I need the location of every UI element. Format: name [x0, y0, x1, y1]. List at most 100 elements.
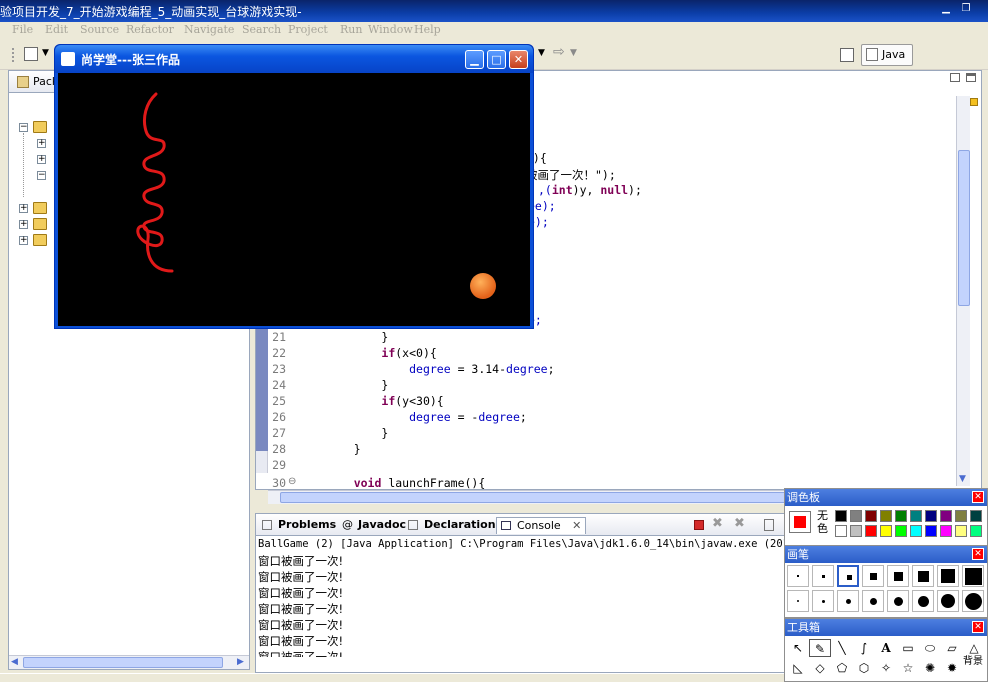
- burst-tool-icon[interactable]: ✺: [919, 659, 941, 677]
- remove-all-icon[interactable]: ✖: [734, 516, 745, 531]
- color-swatch[interactable]: [835, 525, 847, 537]
- brush-round-size[interactable]: [787, 590, 809, 612]
- brush-round-size[interactable]: [962, 590, 984, 612]
- menu-file[interactable]: File: [12, 23, 33, 36]
- fold-icon[interactable]: ⊖: [288, 476, 296, 487]
- clear-console-icon[interactable]: [764, 519, 774, 531]
- color-swatch[interactable]: [955, 510, 967, 522]
- color-swatch[interactable]: [955, 525, 967, 537]
- brush-square-size[interactable]: [912, 565, 934, 587]
- expand-node-icon[interactable]: +: [37, 155, 46, 164]
- minimize-icon[interactable]: ▁: [938, 3, 954, 17]
- collapse-node-icon[interactable]: −: [37, 171, 46, 180]
- color-swatch[interactable]: [910, 510, 922, 522]
- brush-square-size[interactable]: [862, 565, 884, 587]
- color-swatch[interactable]: [895, 525, 907, 537]
- menu-run[interactable]: Run: [340, 23, 362, 36]
- brush-round-size[interactable]: [812, 590, 834, 612]
- right-triangle-tool-icon[interactable]: ◺: [787, 659, 809, 677]
- background-tool[interactable]: 背景: [963, 657, 983, 675]
- menu-edit[interactable]: Edit: [45, 23, 68, 36]
- scroll-right-icon[interactable]: ▶: [237, 657, 244, 667]
- curve-tool-icon[interactable]: ∫: [853, 639, 875, 657]
- brush-square-size[interactable]: [937, 565, 959, 587]
- chevron-down-icon[interactable]: ▼: [570, 48, 577, 58]
- restore-icon[interactable]: ❐: [958, 3, 974, 17]
- color-swatch[interactable]: [940, 510, 952, 522]
- diamond-tool-icon[interactable]: ◇: [809, 659, 831, 677]
- brush-round-size[interactable]: [912, 590, 934, 612]
- color-swatch[interactable]: [970, 510, 982, 522]
- forward-arrow-icon[interactable]: ⇨: [553, 44, 565, 60]
- brush-square-size[interactable]: [887, 565, 909, 587]
- close-icon[interactable]: ✕: [972, 548, 984, 560]
- close-button[interactable]: ✕: [509, 50, 528, 69]
- no-color-label[interactable]: 无色: [817, 509, 831, 535]
- maximize-button[interactable]: □: [487, 50, 506, 69]
- color-swatch[interactable]: [835, 510, 847, 522]
- brush-round-size[interactable]: [837, 590, 859, 612]
- pen-tool-icon[interactable]: ✎: [809, 639, 831, 657]
- brush-round-size[interactable]: [937, 590, 959, 612]
- brush-square-size[interactable]: [962, 565, 984, 587]
- editor-vscrollbar[interactable]: ▼: [956, 96, 970, 486]
- color-swatch[interactable]: [850, 525, 862, 537]
- color-swatch[interactable]: [880, 510, 892, 522]
- chevron-down-icon[interactable]: ▼: [42, 48, 49, 58]
- color-swatch[interactable]: [925, 510, 937, 522]
- tab-problems[interactable]: Problems: [278, 517, 336, 534]
- color-swatch[interactable]: [880, 525, 892, 537]
- remove-launch-icon[interactable]: ✖: [712, 516, 723, 531]
- text-tool-icon[interactable]: A: [875, 639, 897, 657]
- brush-round-size[interactable]: [887, 590, 909, 612]
- open-perspective-icon[interactable]: [840, 48, 854, 62]
- new-file-icon[interactable]: [24, 47, 38, 61]
- brush-round-size[interactable]: [862, 590, 884, 612]
- menu-refactor[interactable]: Refactor: [126, 23, 174, 36]
- color-swatch[interactable]: [970, 525, 982, 537]
- current-color-box[interactable]: [789, 511, 811, 533]
- minimize-view-icon[interactable]: [950, 73, 960, 82]
- pentagon-tool-icon[interactable]: ⬠: [831, 659, 853, 677]
- close-icon[interactable]: ✕: [972, 491, 984, 503]
- scroll-down-icon[interactable]: ▼: [959, 474, 966, 484]
- brush-square-size[interactable]: [787, 565, 809, 587]
- close-icon[interactable]: ✕: [972, 621, 984, 633]
- java-frame-titlebar[interactable]: 尚学堂---张三作品 ▁ □ ✕: [55, 45, 533, 73]
- color-swatch[interactable]: [850, 510, 862, 522]
- triangle-tool-icon[interactable]: △: [963, 639, 985, 657]
- select-arrow-tool-icon[interactable]: ↖: [787, 639, 809, 657]
- maximize-view-icon[interactable]: [966, 73, 976, 82]
- hexagon-tool-icon[interactable]: ⬡: [853, 659, 875, 677]
- color-swatch[interactable]: [865, 525, 877, 537]
- ellipse-tool-icon[interactable]: ⬭: [919, 639, 941, 657]
- java-perspective-button[interactable]: Java: [861, 44, 913, 66]
- brush-square-size[interactable]: [837, 565, 859, 587]
- color-swatch[interactable]: [925, 525, 937, 537]
- color-swatch[interactable]: [895, 510, 907, 522]
- chevron-down-icon[interactable]: ▼: [538, 48, 545, 58]
- expand-node-icon[interactable]: +: [37, 139, 46, 148]
- minimize-button[interactable]: ▁: [465, 50, 484, 69]
- scroll-thumb[interactable]: [958, 150, 970, 306]
- brush-square-size[interactable]: [812, 565, 834, 587]
- rectangle-tool-icon[interactable]: ▭: [897, 639, 919, 657]
- menu-source[interactable]: Source: [80, 23, 119, 36]
- expand-node-icon[interactable]: +: [19, 204, 28, 213]
- color-swatch[interactable]: [940, 525, 952, 537]
- scroll-left-icon[interactable]: ◀: [11, 657, 18, 667]
- four-point-star-tool-icon[interactable]: ✧: [875, 659, 897, 677]
- tab-javadoc[interactable]: Javadoc: [358, 517, 406, 534]
- collapse-node-icon[interactable]: −: [19, 123, 28, 132]
- menu-project[interactable]: Project: [288, 23, 328, 36]
- package-hscrollbar[interactable]: ◀ ▶: [9, 655, 249, 669]
- menu-search[interactable]: Search: [242, 23, 281, 36]
- game-canvas[interactable]: [58, 73, 530, 326]
- menu-help[interactable]: Help: [414, 23, 441, 36]
- menu-window[interactable]: Window: [368, 23, 413, 36]
- tab-declaration[interactable]: Declaration: [424, 517, 496, 534]
- expand-node-icon[interactable]: +: [19, 220, 28, 229]
- parallelogram-tool-icon[interactable]: ▱: [941, 639, 963, 657]
- line-tool-icon[interactable]: ╲: [831, 639, 853, 657]
- star-tool-icon[interactable]: ☆: [897, 659, 919, 677]
